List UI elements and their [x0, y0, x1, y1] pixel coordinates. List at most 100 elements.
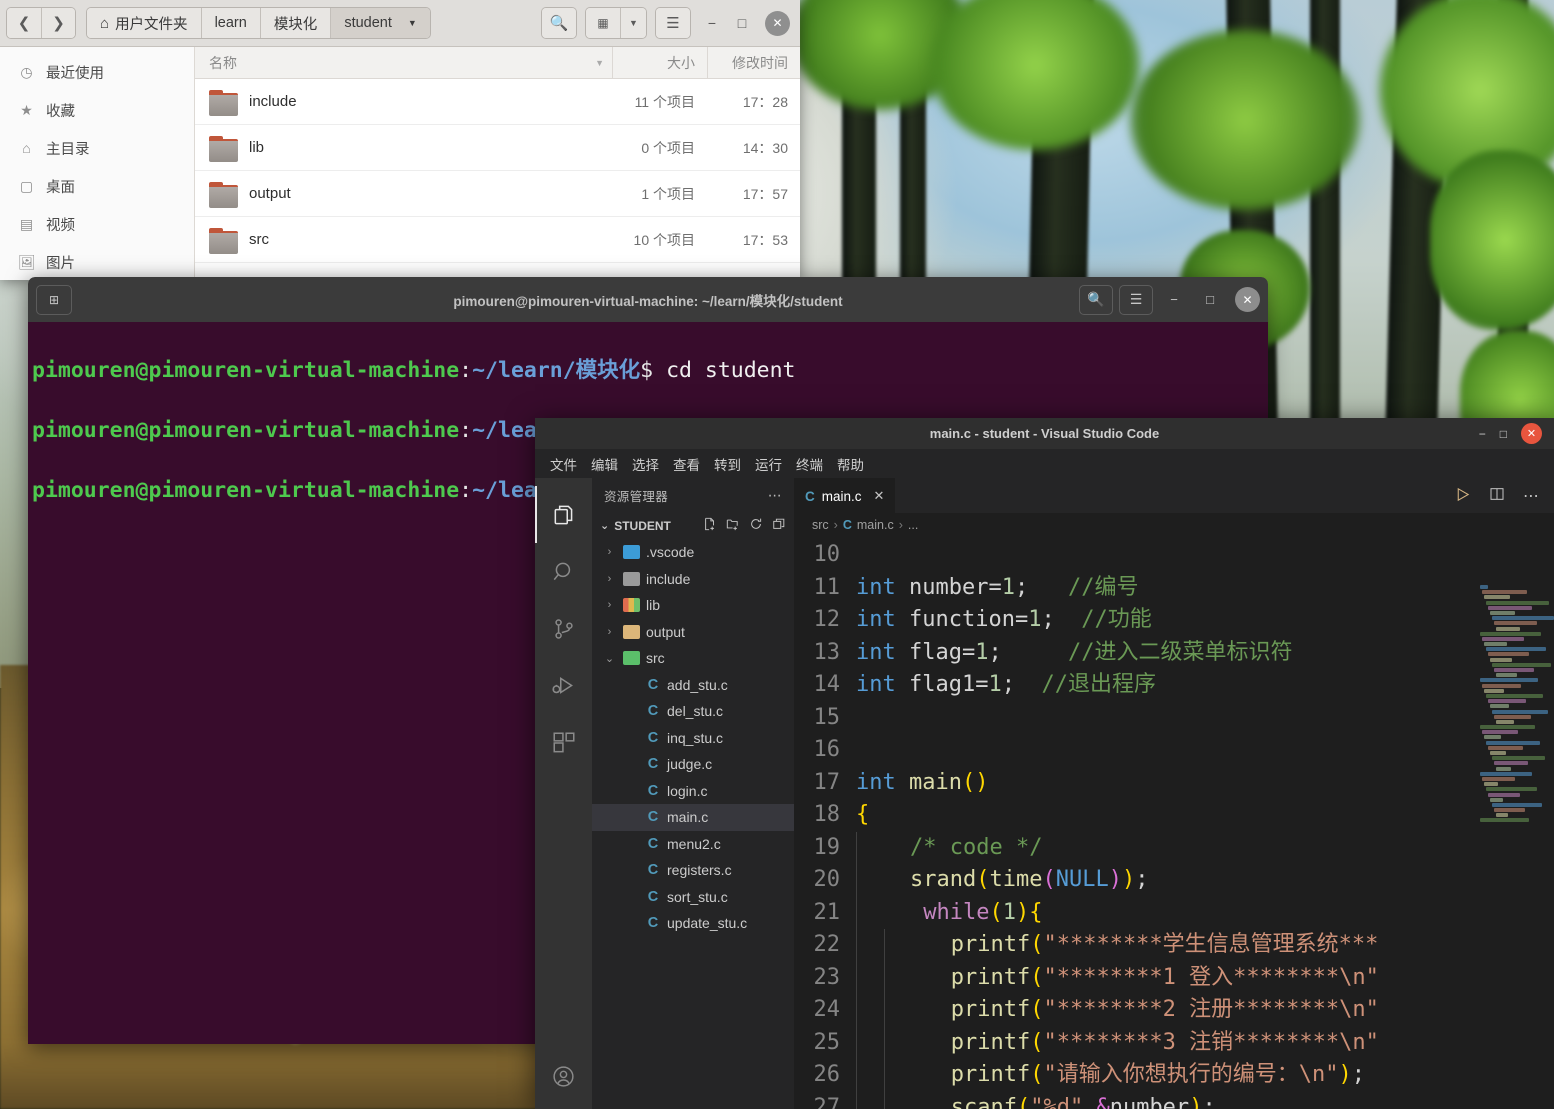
sidebar-item-home[interactable]: ⌂ 主目录	[0, 129, 194, 167]
minimize-button[interactable]: −	[1479, 427, 1486, 441]
chevron-right-icon[interactable]: ›	[602, 546, 617, 558]
menu-view[interactable]: 查看	[666, 452, 707, 476]
run-debug-icon[interactable]	[535, 657, 592, 714]
sidebar-item-recent[interactable]: ◷ 最近使用	[0, 53, 194, 91]
code-line[interactable]: 10	[794, 539, 1474, 572]
tree-file-inq-stu[interactable]: C inq_stu.c	[592, 725, 794, 752]
tree-folder-src[interactable]: ⌄ src	[592, 645, 794, 672]
menu-help[interactable]: 帮助	[830, 452, 871, 476]
menu-file[interactable]: 文件	[543, 452, 584, 476]
grid-view-icon[interactable]: ▦	[586, 8, 620, 38]
run-icon[interactable]	[1454, 486, 1471, 506]
code-line[interactable]: 16	[794, 734, 1474, 767]
menu-run[interactable]: 运行	[748, 452, 789, 476]
table-row[interactable]: lib 0 个项目 14：30	[195, 125, 800, 171]
chevron-down-icon[interactable]: ⌄	[602, 652, 617, 665]
hamburger-menu-icon[interactable]: ☰	[656, 8, 690, 38]
code-line[interactable]: 23 printf("********1 登入********\n"	[794, 961, 1474, 994]
breadcrumb-item-home[interactable]: ⌂ 用户文件夹	[87, 8, 201, 38]
close-button[interactable]: ✕	[765, 10, 790, 36]
code-line[interactable]: 25 printf("********3 注销********\n"	[794, 1026, 1474, 1059]
split-editor-icon[interactable]	[1489, 486, 1505, 505]
code-line[interactable]: 19 /* code */	[794, 831, 1474, 864]
code-line[interactable]: 11 int number=1; //编号	[794, 572, 1474, 605]
search-icon[interactable]	[535, 543, 592, 600]
close-icon[interactable]: ✕	[874, 488, 885, 504]
explorer-root-row[interactable]: ⌄ STUDENT	[592, 512, 794, 539]
breadcrumb-item-learn[interactable]: learn	[200, 8, 260, 38]
code-lines[interactable]: 10 11 int number=1; //编号 12 int function=1; …	[794, 537, 1474, 1109]
tree-folder-vscode[interactable]: › .vscode	[592, 539, 794, 566]
tree-file-main[interactable]: C main.c	[592, 804, 794, 831]
search-icon[interactable]: 🔍	[542, 8, 576, 38]
code-area[interactable]: 10 11 int number=1; //编号 12 int function=1; …	[794, 537, 1554, 1109]
code-line[interactable]: 18 {	[794, 799, 1474, 832]
tree-file-add-stu[interactable]: C add_stu.c	[592, 672, 794, 699]
code-line[interactable]: 12 int function=1; //功能	[794, 604, 1474, 637]
code-line[interactable]: 15	[794, 702, 1474, 735]
tree-file-login[interactable]: C login.c	[592, 778, 794, 805]
breadcrumb-item-modular[interactable]: 模块化	[259, 8, 331, 38]
sidebar-item-videos[interactable]: ▤ 视频	[0, 205, 194, 243]
refresh-icon[interactable]	[749, 517, 763, 534]
breadcrumb-symbol[interactable]: ...	[908, 518, 918, 532]
menu-terminal[interactable]: 终端	[789, 452, 830, 476]
breadcrumb-src[interactable]: src	[812, 518, 829, 532]
view-dropdown-caret[interactable]: ▼	[620, 8, 646, 38]
breadcrumb-file[interactable]: main.c	[857, 518, 894, 532]
tree-file-del-stu[interactable]: C del_stu.c	[592, 698, 794, 725]
vscode-window[interactable]: main.c - student - Visual Studio Code − …	[535, 418, 1554, 1109]
table-row[interactable]: output 1 个项目 17：57	[195, 171, 800, 217]
sidebar-item-starred[interactable]: ★ 收藏	[0, 91, 194, 129]
code-line[interactable]: 17 int main()	[794, 767, 1474, 800]
tree-file-sort-stu[interactable]: C sort_stu.c	[592, 884, 794, 911]
tree-file-menu2[interactable]: C menu2.c	[592, 831, 794, 858]
code-line[interactable]: 14 int flag1=1; //退出程序	[794, 669, 1474, 702]
close-button[interactable]: ✕	[1235, 287, 1260, 312]
sidebar-item-desktop[interactable]: ▢ 桌面	[0, 167, 194, 205]
column-header-size[interactable]: 大小	[612, 47, 707, 78]
code-line[interactable]: 26 printf("请输入你想执行的编号：\n");	[794, 1059, 1474, 1092]
sidebar-item-pictures[interactable]: 🖼 图片	[0, 243, 194, 280]
column-header-name[interactable]: 名称 ▼	[195, 47, 612, 78]
table-row[interactable]: src 10 个项目 17：53	[195, 217, 800, 263]
tree-folder-lib[interactable]: › lib	[592, 592, 794, 619]
minimap[interactable]	[1474, 537, 1554, 1109]
explorer-icon[interactable]	[535, 486, 592, 543]
more-actions-icon[interactable]: ⋯	[1523, 486, 1540, 506]
tree-folder-output[interactable]: › output	[592, 619, 794, 646]
code-line[interactable]: 20 srand(time(NULL));	[794, 864, 1474, 897]
new-file-icon[interactable]	[703, 517, 717, 534]
code-line[interactable]: 22 printf("********学生信息管理系统***	[794, 929, 1474, 962]
menu-edit[interactable]: 编辑	[584, 452, 625, 476]
new-folder-icon[interactable]	[726, 517, 740, 534]
source-control-icon[interactable]	[535, 600, 592, 657]
search-icon[interactable]: 🔍	[1079, 284, 1113, 315]
code-line[interactable]: 27 scanf("%d",&number);	[794, 1091, 1474, 1109]
extensions-icon[interactable]	[535, 714, 592, 771]
chevron-down-icon[interactable]: ⌄	[600, 519, 609, 532]
breadcrumb-item-student[interactable]: student ▼	[330, 8, 430, 38]
code-line[interactable]: 21 while(1){	[794, 896, 1474, 929]
maximize-button[interactable]: □	[1500, 427, 1507, 441]
column-header-time[interactable]: 修改时间	[707, 47, 800, 78]
tree-file-registers[interactable]: C registers.c	[592, 857, 794, 884]
chevron-right-icon[interactable]: ›	[602, 573, 617, 585]
file-manager-window[interactable]: ❮ ❯ ⌂ 用户文件夹 learn 模块化 student ▼ 🔍 ▦ ▼ ☰ …	[0, 0, 800, 280]
maximize-button[interactable]: □	[727, 8, 757, 38]
chevron-right-icon[interactable]: ›	[602, 626, 617, 638]
code-line[interactable]: 13 int flag=1; //进入二级菜单标识符	[794, 637, 1474, 670]
tree-folder-include[interactable]: › include	[592, 566, 794, 593]
account-icon[interactable]	[535, 1048, 592, 1105]
chevron-right-icon[interactable]: ›	[602, 599, 617, 611]
explorer-more-icon[interactable]: ⋯	[768, 487, 782, 504]
minimize-button[interactable]: −	[1159, 285, 1189, 315]
menu-selection[interactable]: 选择	[625, 452, 666, 476]
table-row[interactable]: include 11 个项目 17：28	[195, 79, 800, 125]
tab-main-c[interactable]: C main.c ✕	[794, 478, 896, 513]
new-tab-icon[interactable]: ⊞	[36, 284, 72, 315]
minimize-button[interactable]: −	[697, 8, 727, 38]
tree-file-update-stu[interactable]: C update_stu.c	[592, 910, 794, 937]
collapse-all-icon[interactable]	[772, 517, 786, 534]
tree-file-judge[interactable]: C judge.c	[592, 751, 794, 778]
